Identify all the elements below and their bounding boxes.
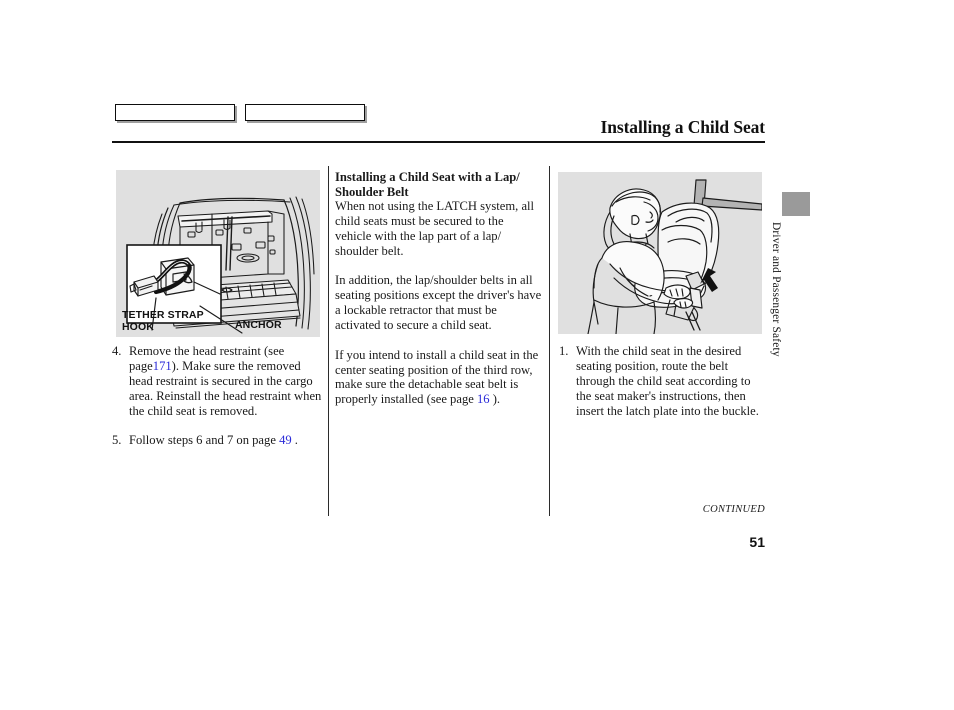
- left-step-list: 4. Remove the head restraint (see page171…: [112, 344, 324, 448]
- right-step-1-text: With the child seat in the desired seati…: [576, 344, 759, 418]
- callout-anchor: ANCHOR: [235, 319, 282, 331]
- middle-paragraph-3-text-before: If you intend to install a child seat in…: [335, 347, 539, 407]
- left-step-4: 4. Remove the head restraint (see page171…: [112, 344, 324, 419]
- right-step-1-number: 1.: [559, 344, 569, 358]
- middle-paragraph-3: If you intend to install a child seat in…: [335, 348, 543, 408]
- left-step-4-number: 4.: [112, 344, 122, 358]
- left-step-5-text-after: .: [291, 433, 298, 448]
- page-reference-171[interactable]: 171: [153, 359, 172, 373]
- left-step-5-text-before: Follow steps 6 and 7 on page: [129, 433, 280, 448]
- left-column: 4. Remove the head restraint (see page171…: [112, 344, 324, 448]
- left-step-5: 5. Follow steps 6 and 7 on page 49 .: [112, 433, 324, 448]
- manual-page: Installing a Child Seat TETHER STRAP HOO…: [0, 0, 954, 710]
- page-reference-49[interactable]: 49: [279, 433, 292, 447]
- side-tab-label: Driver and Passenger Safety: [770, 222, 782, 357]
- middle-paragraph-2: In addition, the lap/shoulder belts in a…: [335, 273, 542, 333]
- side-tab-block: [782, 192, 810, 216]
- title-rule: [112, 141, 765, 144]
- header-box-2: [245, 104, 365, 121]
- page-title: Installing a Child Seat: [600, 117, 766, 137]
- continued-label: CONTINUED: [702, 504, 765, 515]
- person-installing-child-seat-illustration: [558, 172, 762, 334]
- middle-column: Installing a Child Seat with a Lap/ Shou…: [335, 170, 543, 407]
- middle-paragraph-1: When not using the LATCH system, all chi…: [335, 199, 535, 258]
- page-reference-16[interactable]: 16: [477, 392, 490, 406]
- right-step-list: 1. With the child seat in the desired sea…: [559, 344, 765, 419]
- header-box-group: [115, 104, 365, 121]
- right-column: 1. With the child seat in the desired sea…: [559, 344, 765, 419]
- callout-tether-strap-hook: TETHER STRAP HOOK: [122, 309, 204, 333]
- column-divider-right: [549, 166, 551, 516]
- column-divider-left: [328, 166, 330, 516]
- page-number: 51: [749, 534, 765, 550]
- middle-column-heading: Installing a Child Seat with a Lap/ Shou…: [335, 170, 520, 199]
- left-step-5-number: 5.: [112, 433, 122, 448]
- middle-paragraph-3-text-after: ).: [489, 392, 501, 407]
- header-box-1: [115, 104, 235, 121]
- right-step-1: 1. With the child seat in the desired sea…: [559, 344, 765, 419]
